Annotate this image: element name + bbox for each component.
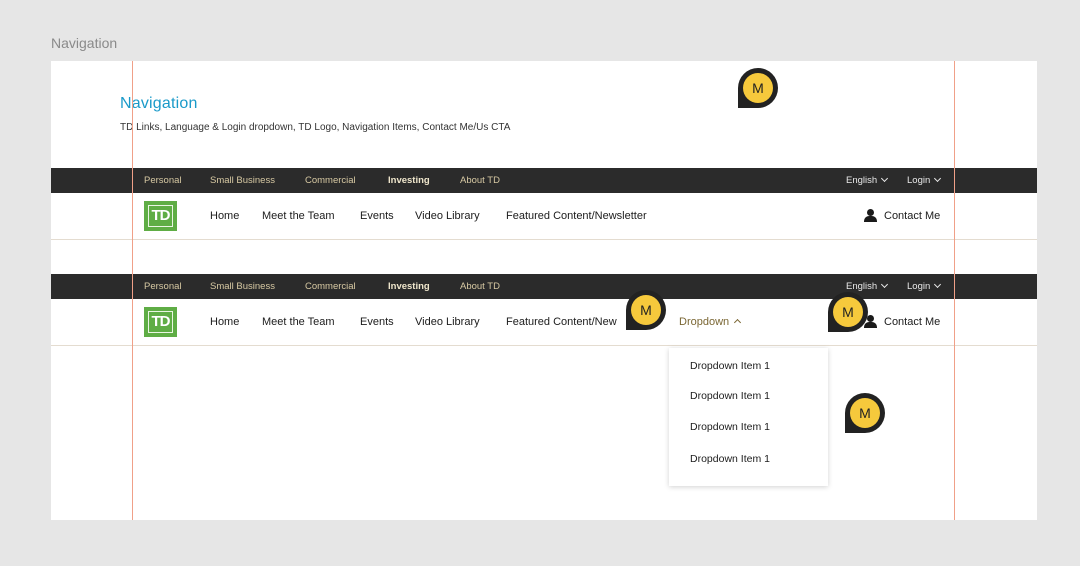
- utility-link-personal[interactable]: Personal: [144, 274, 182, 299]
- td-logo[interactable]: TD: [144, 307, 177, 337]
- chevron-down-icon: [881, 280, 889, 289]
- chevron-up-icon: [734, 318, 742, 327]
- page-description: TD Links, Language & Login dropdown, TD …: [120, 122, 511, 133]
- utility-link-commercial[interactable]: Commercial: [305, 168, 356, 193]
- nav-dropdown-label: Dropdown: [679, 316, 730, 328]
- main-nav: TD Home Meet the Team Events Video Libra…: [51, 299, 1037, 346]
- utility-link-investing[interactable]: Investing: [388, 274, 430, 299]
- nav-item-meet-the-team[interactable]: Meet the Team: [262, 299, 335, 345]
- dropdown-item[interactable]: Dropdown Item 1: [690, 360, 770, 372]
- person-icon: [864, 209, 877, 223]
- dropdown-item[interactable]: Dropdown Item 1: [690, 421, 770, 433]
- nav-item-video-library[interactable]: Video Library: [415, 193, 480, 239]
- language-label: English: [846, 281, 878, 292]
- utility-link-small-business[interactable]: Small Business: [210, 274, 275, 299]
- login-label: Login: [907, 175, 931, 186]
- td-logo[interactable]: TD: [144, 201, 177, 231]
- layout-guide-left: [132, 61, 133, 520]
- nav-item-home[interactable]: Home: [210, 299, 239, 345]
- dropdown-item[interactable]: Dropdown Item 1: [690, 390, 770, 402]
- login-label: Login: [907, 281, 931, 292]
- language-dropdown[interactable]: English: [846, 168, 889, 193]
- layout-guide-right: [954, 61, 955, 520]
- login-dropdown[interactable]: Login: [907, 274, 942, 299]
- dropdown-menu: Dropdown Item 1 Dropdown Item 1 Dropdown…: [669, 348, 828, 486]
- comment-marker[interactable]: M: [626, 290, 666, 330]
- td-logo-text: TD: [151, 207, 171, 224]
- comment-marker[interactable]: M: [738, 68, 778, 108]
- nav-item-featured-content[interactable]: Featured Content/New: [506, 299, 617, 345]
- frame-label: Navigation: [51, 35, 118, 51]
- utility-link-small-business[interactable]: Small Business: [210, 168, 275, 193]
- td-logo-text: TD: [151, 313, 171, 330]
- nav-item-video-library[interactable]: Video Library: [415, 299, 480, 345]
- language-label: English: [846, 175, 878, 186]
- utility-link-about-td[interactable]: About TD: [460, 168, 500, 193]
- chevron-down-icon: [934, 280, 942, 289]
- nav-item-meet-the-team[interactable]: Meet the Team: [262, 193, 335, 239]
- comment-marker[interactable]: M: [845, 393, 885, 433]
- utility-bar: Personal Small Business Commercial Inves…: [51, 274, 1037, 299]
- dropdown-item[interactable]: Dropdown Item 1: [690, 453, 770, 465]
- utility-link-personal[interactable]: Personal: [144, 168, 182, 193]
- nav-item-home[interactable]: Home: [210, 193, 239, 239]
- login-dropdown[interactable]: Login: [907, 168, 942, 193]
- contact-me-link[interactable]: Contact Me: [884, 193, 940, 239]
- utility-link-investing[interactable]: Investing: [388, 168, 430, 193]
- comment-marker[interactable]: M: [828, 292, 868, 332]
- main-nav: TD Home Meet the Team Events Video Libra…: [51, 193, 1037, 240]
- nav-item-events[interactable]: Events: [360, 193, 394, 239]
- utility-link-commercial[interactable]: Commercial: [305, 274, 356, 299]
- chevron-down-icon: [934, 174, 942, 183]
- design-frame: Navigation TD Links, Language & Login dr…: [51, 61, 1037, 520]
- utility-link-about-td[interactable]: About TD: [460, 274, 500, 299]
- nav-item-featured-content[interactable]: Featured Content/Newsletter: [506, 193, 647, 239]
- nav-item-events[interactable]: Events: [360, 299, 394, 345]
- nav-dropdown-toggle[interactable]: Dropdown: [679, 299, 742, 345]
- contact-me-link[interactable]: Contact Me: [884, 299, 940, 345]
- chevron-down-icon: [881, 174, 889, 183]
- utility-bar: Personal Small Business Commercial Inves…: [51, 168, 1037, 193]
